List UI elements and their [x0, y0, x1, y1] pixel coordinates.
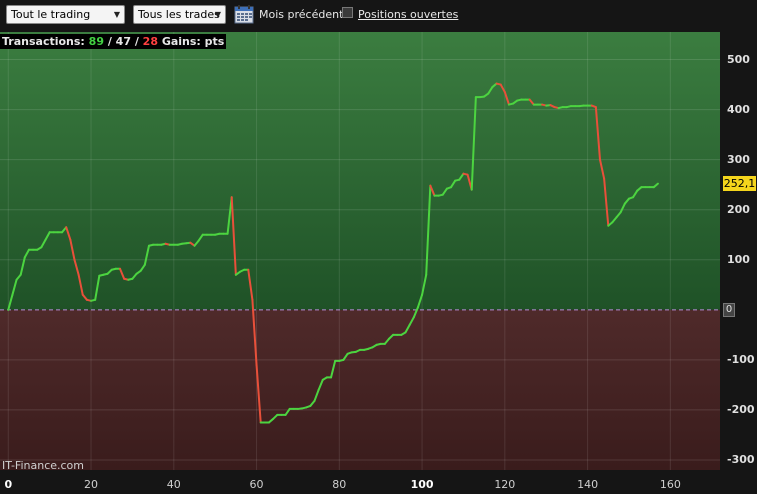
x-tick-label: 0: [4, 478, 13, 491]
chevron-down-icon: ▼: [214, 10, 221, 19]
trades-filter-select[interactable]: Tous les trades ▼: [133, 5, 226, 24]
previous-month-label[interactable]: Mois précédent: [259, 8, 343, 21]
y-tick-label: 200: [727, 202, 750, 216]
trading-filter-select[interactable]: Tout le trading ▼: [6, 5, 125, 24]
y-tick-label: 400: [727, 102, 750, 116]
profit-zone: [0, 32, 720, 310]
calendar-icon[interactable]: [234, 4, 254, 24]
y-tick-label: -300: [727, 452, 755, 466]
loss-zone: [0, 309, 720, 470]
transactions-summary: Transactions: 89 / 47 / 28 Gains: pts: [0, 34, 227, 49]
equity-chart: [0, 32, 720, 470]
winning-transactions: 47: [115, 35, 131, 48]
x-tick-label: 20: [84, 478, 99, 491]
gains-label: Gains: pts: [161, 35, 225, 48]
equity-chart-svg: [0, 32, 720, 470]
y-tick-label: 500: [727, 52, 750, 66]
trades-filter-value: Tous les trades: [138, 8, 220, 21]
toolbar: Tout le trading ▼ Tous les trades ▼ Mois…: [0, 0, 757, 32]
open-positions-checkbox[interactable]: [342, 7, 353, 18]
zero-value-badge: 0: [723, 302, 735, 317]
y-tick-label: 300: [727, 152, 750, 166]
x-tick-label: 120: [494, 478, 516, 491]
last-value-badge: 252,1: [723, 175, 756, 191]
y-tick-label: -100: [727, 352, 755, 366]
trading-filter-value: Tout le trading: [11, 8, 91, 21]
x-tick-label: 40: [166, 478, 181, 491]
chevron-down-icon: ▼: [113, 10, 120, 19]
transactions-prefix: Transactions:: [2, 35, 85, 48]
open-positions-label[interactable]: Positions ouvertes: [358, 8, 458, 21]
x-tick-label: 160: [659, 478, 681, 491]
losing-transactions: 28: [142, 35, 158, 48]
x-tick-label: 100: [410, 478, 434, 491]
y-tick-label: 100: [727, 252, 750, 266]
total-transactions: 89: [88, 35, 104, 48]
x-tick-label: 140: [577, 478, 599, 491]
x-tick-label: 80: [332, 478, 347, 491]
x-tick-label: 60: [249, 478, 264, 491]
x-axis: [0, 470, 757, 494]
y-tick-label: -200: [727, 402, 755, 416]
